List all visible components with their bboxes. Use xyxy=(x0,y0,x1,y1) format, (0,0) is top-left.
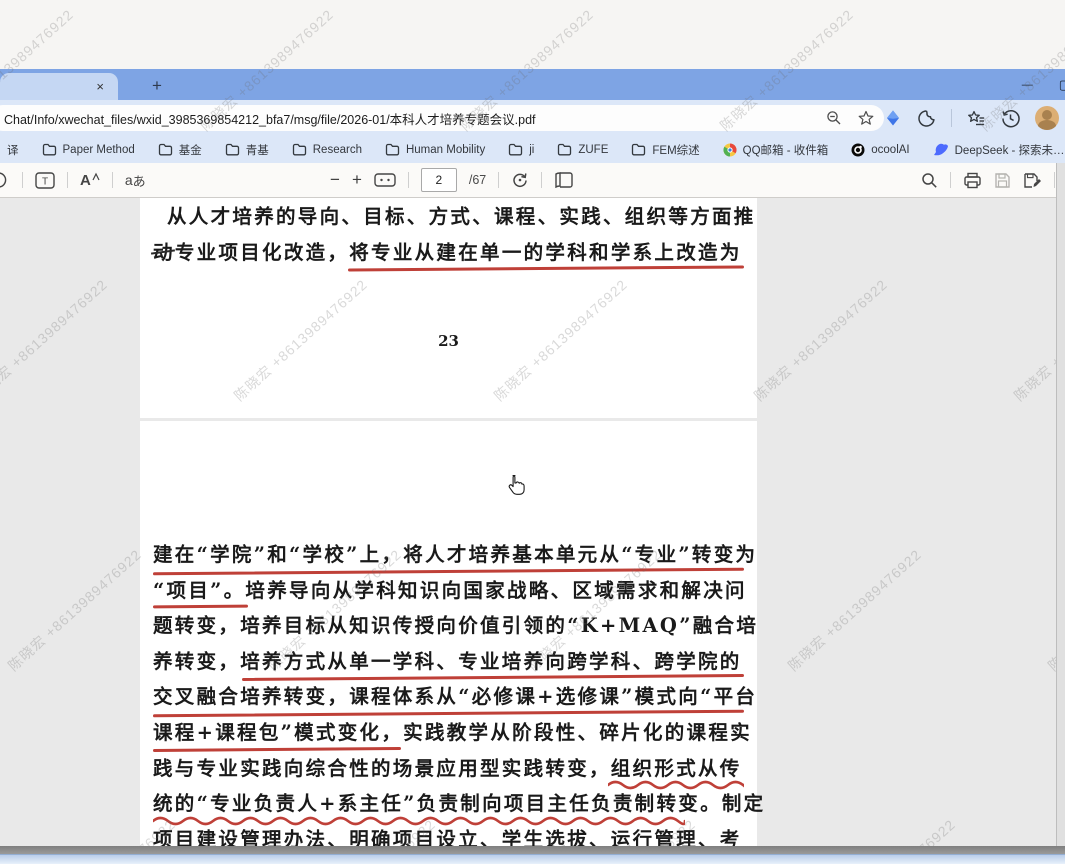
bookmark-item[interactable]: ocoolAI xyxy=(844,140,916,160)
folder-icon xyxy=(42,143,57,156)
svg-text:T: T xyxy=(42,176,48,187)
pdf-toolbar: T A aあ − + 2 /67 xyxy=(0,163,1065,198)
ocoolai-icon xyxy=(851,143,865,157)
copilot-diamond-icon[interactable] xyxy=(884,109,902,127)
new-tab-button[interactable]: + xyxy=(152,77,162,94)
window-right-edge xyxy=(1056,163,1065,846)
red-underline xyxy=(153,605,248,609)
pdf-document-area[interactable]: 从人才培养的导向、目标、方式、课程、实践、组织等方面推动专业项目化改造，将专业从… xyxy=(0,198,1057,846)
bookmark-item[interactable]: QQ邮箱 - 收件箱 xyxy=(716,139,836,161)
taskbar-sliver xyxy=(0,854,1065,864)
bookmark-label: FEM综述 xyxy=(652,142,699,158)
tab-close-icon[interactable]: × xyxy=(96,80,104,93)
profile-avatar[interactable] xyxy=(1035,106,1059,130)
extensions-icon[interactable] xyxy=(917,109,936,128)
pdf-page-2: 建在“学院”和“学校”上，将人才培养基本单元从“专业”转变为“项目”。培养导向从… xyxy=(140,421,757,846)
bookmark-item[interactable]: ZUFE xyxy=(550,140,615,159)
bookmark-item[interactable]: Paper Method xyxy=(35,140,142,159)
bookmark-item[interactable]: 译 xyxy=(0,139,26,161)
save-icon xyxy=(994,172,1011,189)
document-text-line: 交叉融合培养转变，课程体系从“必修课+选修课”模式向“平台 xyxy=(153,680,744,716)
window-bottom-bar xyxy=(0,846,1065,854)
bookmark-label: Research xyxy=(313,144,362,156)
red-underline xyxy=(348,266,744,272)
folder-icon xyxy=(385,143,400,156)
bookmark-label: 译 xyxy=(7,142,19,158)
bookmark-label: 基金 xyxy=(179,142,202,158)
zoom-page-icon[interactable] xyxy=(826,110,842,126)
window-minimize-button[interactable]: — xyxy=(1022,79,1033,91)
document-text-line: 课程+课程包”模式变化，实践教学从阶段性、碎片化的课程实 xyxy=(153,716,744,752)
document-page-number: 23 xyxy=(140,332,757,350)
qq-mail-icon xyxy=(723,143,737,157)
bookmark-label: DeepSeek - 探索未… xyxy=(955,142,1065,158)
history-icon[interactable] xyxy=(1001,109,1020,128)
folder-icon xyxy=(225,143,240,156)
document-text-line: 动专业项目化改造，将专业从建在单一的学科和学系上改造为 xyxy=(153,236,744,272)
search-icon[interactable] xyxy=(921,172,938,189)
document-text-line: 养转变，培养方式从单一学科、专业培养向跨学科、跨学院的 xyxy=(153,645,744,681)
bookmark-item[interactable]: 青基 xyxy=(218,139,276,161)
page-number-input[interactable]: 2 xyxy=(421,168,457,192)
read-aloud-icon[interactable]: A xyxy=(80,172,100,189)
bookmark-item[interactable]: 基金 xyxy=(151,139,209,161)
bookmark-label: Human Mobility xyxy=(406,144,485,156)
pdf-page-1: 从人才培养的导向、目标、方式、课程、实践、组织等方面推动专业项目化改造，将专业从… xyxy=(140,198,757,418)
folder-icon xyxy=(158,143,173,156)
desktop-background xyxy=(0,0,1065,69)
folder-icon xyxy=(557,143,572,156)
bookmark-label: Paper Method xyxy=(63,144,135,156)
print-icon[interactable] xyxy=(963,172,982,189)
document-text-line: 从人才培养的导向、目标、方式、课程、实践、组织等方面推 xyxy=(153,200,744,236)
fit-to-width-icon[interactable] xyxy=(374,172,396,188)
active-tab[interactable]: × xyxy=(0,73,118,100)
rotate-icon[interactable] xyxy=(511,171,529,189)
document-text-line: 题转变，培养目标从知识传授向价值引领的“K+MAQ”融合培 xyxy=(153,609,744,645)
zoom-out-button[interactable]: − xyxy=(330,170,340,190)
bookmark-label: ocoolAI xyxy=(871,144,909,156)
folder-icon xyxy=(508,143,523,156)
bookmark-item[interactable]: Human Mobility xyxy=(378,140,492,159)
document-text-line: 统的“专业负责人+系主任”负责制向项目主任负责制转变。制定 xyxy=(153,787,744,823)
document-text-line: 践与专业实践向综合性的场景应用型实践转变，组织形式从传 xyxy=(153,752,744,788)
translate-icon[interactable]: aあ xyxy=(125,171,146,190)
bookmark-label: ji xyxy=(529,144,534,156)
save-as-icon[interactable] xyxy=(1023,172,1042,189)
collections-icon[interactable] xyxy=(967,109,986,128)
folder-icon xyxy=(631,143,646,156)
zoom-in-button[interactable]: + xyxy=(352,170,362,190)
bookmarks-bar: 译 Paper Method 基金 青基 Research Human Mobility j… xyxy=(0,136,1065,163)
bookmark-label: QQ邮箱 - 收件箱 xyxy=(743,142,829,158)
bookmark-item[interactable]: Research xyxy=(285,140,369,159)
page-view-icon[interactable] xyxy=(554,172,574,188)
bookmark-item[interactable]: ji xyxy=(501,140,541,159)
document-text-line: “项目”。培养导向从学科知识向国家战略、区域需求和解决问 xyxy=(153,574,744,610)
hand-cursor-icon xyxy=(508,474,525,496)
bookmark-item[interactable]: DeepSeek - 探索未… xyxy=(926,139,1065,161)
window-maximize-button[interactable]: ▢ xyxy=(1059,77,1065,93)
address-bar[interactable]: Chat/Info/xwechat_files/wxid_39853698542… xyxy=(0,105,884,131)
partial-tool-icon[interactable] xyxy=(0,171,10,189)
browser-tab-bar: × + — ▢ xyxy=(0,69,1065,100)
url-text[interactable]: Chat/Info/xwechat_files/wxid_39853698542… xyxy=(4,109,826,128)
toolbar-divider xyxy=(951,109,952,127)
deepseek-icon xyxy=(933,143,949,156)
favorite-star-icon[interactable] xyxy=(858,110,874,126)
text-selection-icon[interactable]: T xyxy=(35,172,55,189)
bookmark-item[interactable]: FEM综述 xyxy=(624,139,706,161)
document-text-line: 建在“学院”和“学校”上，将人才培养基本单元从“专业”转变为 xyxy=(153,538,744,574)
bookmark-label: ZUFE xyxy=(578,144,608,156)
folder-icon xyxy=(292,143,307,156)
page-count-label: /67 xyxy=(469,173,486,187)
screen: × + — ▢ Chat/Info/xwechat_files/wxid_398… xyxy=(0,0,1065,864)
bookmark-label: 青基 xyxy=(246,142,269,158)
